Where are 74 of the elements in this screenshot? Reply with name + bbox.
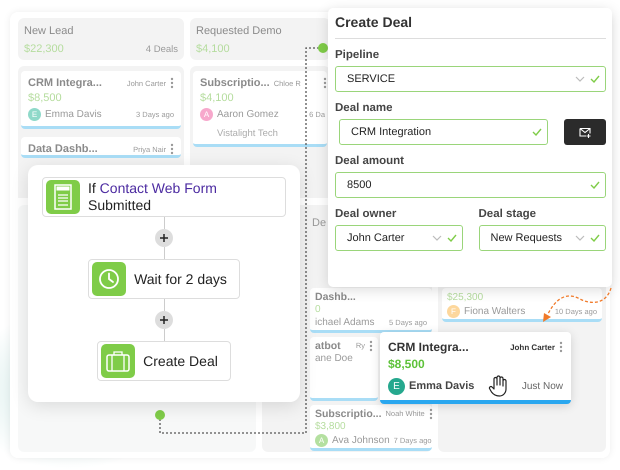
deal-title: Subscriptio... [315,408,382,420]
deal-title: CRM Integra... [28,77,103,89]
column-total: $4,100 [196,43,231,55]
deal-amount: $4,100 [200,92,235,104]
contact-name: Fiona Walters [464,306,526,318]
compose-button[interactable] [564,119,606,145]
time-ago: Just Now [522,380,563,392]
hand-cursor-icon [488,375,508,397]
field-value: CRM Integration [351,126,432,138]
column-title: New Lead [24,25,74,37]
contact-name: Emma Davis [409,380,474,392]
field-label: Deal name [335,102,393,114]
mail-plus-icon [579,126,591,138]
avatar: F [447,305,460,318]
more-options-icon [559,341,563,353]
form-icon [46,180,80,214]
avatar: A [200,108,213,121]
chevron-down-icon [432,235,442,241]
field-label: Pipeline [335,49,380,61]
step-text: Create Deal [143,352,218,370]
deal-amount: $3,800 [315,421,347,433]
avatar: E [28,108,41,121]
add-step-icon[interactable] [155,311,173,329]
more-options-icon [170,143,174,155]
field-value: New Requests [490,232,564,244]
add-step-icon[interactable] [155,229,173,247]
step-text: Wait for 2 days [134,270,227,288]
field-value: 8500 [347,179,372,191]
deal-amount: $25,300 [447,292,484,304]
more-options-icon [428,408,433,420]
column-total: $22,300 [24,43,65,55]
input-field[interactable]: CRM Integration [339,119,548,145]
field-label: Deal stage [478,208,536,220]
step-text: If Contact Web Form Submitted [88,180,217,214]
deal-title: CRM Integra... [388,340,470,354]
deal-card[interactable]: CRM Integra... John Carter $8,500 E Emma Davis Just Now [380,332,571,404]
more-options-icon [322,77,327,89]
deal-amount: $8,500 [388,357,426,371]
contact-name: ane Doe [315,353,353,365]
workflow-step[interactable]: Create Deal [97,341,231,381]
deal-title: Data Dashb... [28,143,99,155]
dialog-title: Create Deal [335,14,412,32]
dropdown-field[interactable]: New Requests [478,225,606,251]
dropdown-field[interactable]: SERVICE [335,66,606,92]
briefcase-icon [101,344,136,378]
chevron-down-icon [575,235,585,241]
more-options-icon [369,340,373,352]
deal-count: 4 Deals [146,44,178,55]
column-title: De [312,217,326,229]
field-label: Deal owner [335,208,396,220]
chevron-down-icon [575,76,585,82]
contact-name: ichael Adams [315,317,374,329]
column-title: Requested Demo [196,25,282,37]
field-value: SERVICE [347,73,396,85]
more-options-icon [170,77,174,89]
deal-title: Dashb... [315,291,357,303]
clock-icon [92,262,126,296]
owner-name: John Carter [510,342,555,352]
dropdown-field[interactable]: John Carter [335,225,462,251]
deal-amount: 0 [315,304,322,316]
contact-name: Ava Johnson [332,434,390,446]
contact-name: Aaron Gomez [217,109,279,120]
deal-title: Subscriptio... [200,77,270,89]
deal-title: atbot [315,340,342,352]
contact-name: Emma Davis [45,109,102,120]
company-name: Vistalight Tech [217,128,278,141]
field-value: John Carter [347,232,406,244]
workflow-step[interactable]: If Contact Web Form Submitted [42,177,286,217]
avatar: E [388,378,405,394]
field-label: Deal amount [335,155,404,167]
avatar: A [315,434,328,447]
deal-amount: $8,500 [28,92,63,104]
workflow-step[interactable]: Wait for 2 days [88,259,240,299]
input-field[interactable]: 8500 [335,172,606,198]
